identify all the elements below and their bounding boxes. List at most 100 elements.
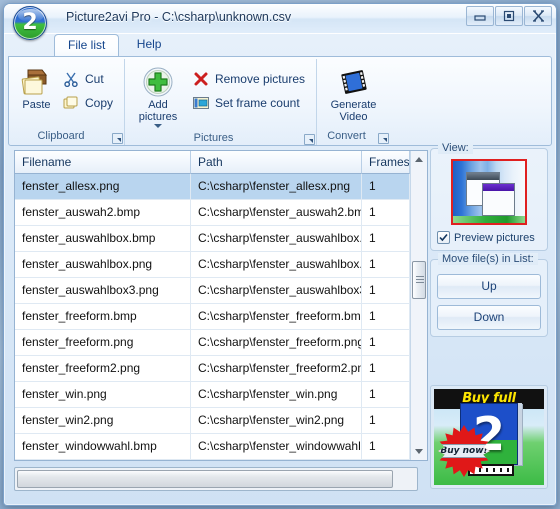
cut-button[interactable]: Cut — [56, 68, 119, 90]
table-row[interactable]: fenster_win2.png C:\csharp\fenster_win2.p… — [15, 408, 410, 434]
generate-video-button-label: Generate Video — [330, 99, 377, 123]
cell-path: C:\csharp\fenster_auswah2.bmp — [191, 200, 362, 225]
table-row[interactable]: fenster_freeform.bmp C:\csharp\fenster_fr… — [15, 304, 410, 330]
film-strip-icon — [339, 65, 369, 99]
cell-filename: fenster_freeform.png — [15, 330, 191, 355]
add-pictures-button[interactable]: Add pictures — [130, 62, 186, 131]
cell-path: C:\csharp\fenster_windowwahl... — [191, 434, 362, 459]
set-frame-count-button[interactable]: Set frame count — [186, 92, 311, 114]
clipboard-small-buttons: Cut Copy — [56, 62, 119, 114]
table-row[interactable]: fenster_auswahlbox.bmp C:\csharp\fenster_… — [15, 226, 410, 252]
cell-path: C:\csharp\fenster_win.png — [191, 382, 362, 407]
clipboard-dialog-launcher-icon[interactable] — [112, 133, 123, 144]
remove-pictures-button[interactable]: Remove pictures — [186, 68, 311, 90]
scroll-up-button[interactable] — [411, 151, 427, 168]
close-button[interactable] — [524, 6, 552, 26]
ribbon-group-clipboard-label: Clipboard — [37, 130, 85, 142]
cell-filename: fenster_freeform2.png — [15, 356, 191, 381]
move-down-button[interactable]: Down — [437, 305, 541, 330]
ribbon-group-pictures: Add pictures Remove pictures Set frame c… — [124, 59, 316, 145]
red-x-icon — [192, 70, 210, 88]
tab-file-list-label: File list — [68, 38, 106, 52]
table-row[interactable]: fenster_auswahlbox3.png C:\csharp\fenster… — [15, 278, 410, 304]
cell-frames: 1 — [362, 408, 410, 433]
cut-icon — [62, 70, 80, 88]
column-header-frames[interactable]: Frames — [362, 151, 410, 174]
cell-path: C:\csharp\fenster_win2.png — [191, 408, 362, 433]
horizontal-scroll-thumb[interactable] — [17, 470, 393, 488]
tab-help-label: Help — [136, 37, 162, 51]
table-row[interactable]: fenster_auswah2.bmp C:\csharp\fenster_aus… — [15, 200, 410, 226]
cell-filename: fenster_auswah2.bmp — [15, 200, 191, 225]
chevron-down-icon[interactable] — [153, 124, 162, 128]
tab-file-list[interactable]: File list — [54, 34, 120, 56]
cell-frames: 1 — [362, 174, 410, 199]
cell-frames: 1 — [362, 226, 410, 251]
cell-path: C:\csharp\fenster_auswahlbox.... — [191, 252, 362, 277]
horizontal-scrollbar[interactable] — [14, 467, 418, 491]
buy-now-badge-label: Buy now! — [438, 444, 490, 458]
ribbon-tab-strip: File list Help — [4, 34, 556, 56]
minimize-button[interactable] — [466, 6, 494, 26]
table-row[interactable]: fenster_freeform.png C:\csharp\fenster_fr… — [15, 330, 410, 356]
preview-pictures-checkbox-row[interactable]: Preview pictures — [437, 231, 541, 244]
copy-button-label: Copy — [84, 96, 113, 110]
column-header-filename[interactable]: Filename — [15, 151, 191, 174]
cell-frames: 1 — [362, 304, 410, 329]
cell-frames: 1 — [362, 200, 410, 225]
cell-path: C:\csharp\fenster_freeform2.png — [191, 356, 362, 381]
move-up-button[interactable]: Up — [437, 274, 541, 299]
preview-pictures-label: Preview pictures — [454, 231, 535, 244]
table-row[interactable]: fenster_windowwahl.bmp C:\csharp\fenster_… — [15, 434, 410, 460]
file-list-header: Filename Path Frames — [15, 151, 410, 174]
file-list-rows: fenster_allesx.png C:\csharp\fenster_alle… — [15, 174, 410, 460]
cell-frames: 1 — [362, 252, 410, 277]
paste-icon — [20, 65, 52, 99]
view-group: View: Preview pictures — [430, 142, 548, 251]
table-row[interactable]: fenster_freeform2.png C:\csharp\fenster_f… — [15, 356, 410, 382]
copy-button[interactable]: Copy — [56, 92, 119, 114]
copy-icon — [62, 94, 80, 112]
table-row[interactable]: fenster_win.png C:\csharp\fenster_win.png… — [15, 382, 410, 408]
maximize-button[interactable] — [495, 6, 523, 26]
cell-frames: 1 — [362, 382, 410, 407]
generate-video-button[interactable]: Generate Video — [322, 62, 385, 126]
cell-frames: 1 — [362, 356, 410, 381]
main-content: Filename Path Frames fenster_allesx.png C… — [8, 142, 552, 495]
tab-help[interactable]: Help — [124, 34, 175, 56]
window-title: Picture2avi Pro - C:\csharp\unknown.csv — [66, 10, 292, 24]
remove-pictures-button-label: Remove pictures — [214, 72, 305, 86]
app-logo-icon: 2 — [13, 6, 47, 40]
vertical-scroll-thumb[interactable] — [412, 261, 426, 299]
table-row[interactable]: fenster_allesx.png C:\csharp\fenster_alle… — [15, 174, 410, 200]
cell-filename: fenster_allesx.png — [15, 174, 191, 199]
file-list-view[interactable]: Filename Path Frames fenster_allesx.png C… — [14, 150, 428, 461]
preview-thumbnail — [451, 159, 527, 225]
move-files-group: Move file(s) in List: Up Down — [430, 253, 548, 337]
convert-dialog-launcher-icon[interactable] — [378, 133, 389, 144]
ribbon-group-convert: Generate Video Convert — [316, 59, 390, 145]
cell-filename: fenster_win.png — [15, 382, 191, 407]
add-plus-icon — [142, 65, 174, 99]
app-logo-label: 2 — [22, 10, 38, 35]
set-frame-count-button-label: Set frame count — [214, 96, 300, 110]
cell-filename: fenster_freeform.bmp — [15, 304, 191, 329]
ribbon-group-convert-label: Convert — [327, 130, 366, 142]
preview-pictures-checkbox[interactable] — [437, 231, 450, 244]
table-row[interactable]: fenster_auswahlbox.png C:\csharp\fenster_… — [15, 252, 410, 278]
column-header-path[interactable]: Path — [191, 151, 362, 174]
cell-filename: fenster_windowwahl.bmp — [15, 434, 191, 459]
ribbon-toolbar: Paste Cut Copy Clipboard Add pictures Re… — [8, 56, 552, 146]
scroll-down-button[interactable] — [411, 443, 427, 460]
view-group-title: View: — [438, 142, 473, 154]
paste-button[interactable]: Paste — [17, 62, 56, 114]
cell-path: C:\csharp\fenster_freeform.bmp — [191, 304, 362, 329]
scroll-thumb-grip — [416, 276, 424, 285]
file-list-vertical-scrollbar[interactable] — [410, 151, 427, 460]
ad-artwork: Buy full version! 2 Buy now! — [434, 389, 544, 485]
buy-full-version-ad[interactable]: Buy full version! 2 Buy now! — [430, 385, 548, 489]
cell-filename: fenster_auswahlbox.bmp — [15, 226, 191, 251]
preview-window-back-titlebar — [467, 173, 499, 180]
window-controls — [466, 6, 552, 26]
application-window: 2 Picture2avi Pro - C:\csharp\unknown.cs… — [3, 3, 557, 506]
